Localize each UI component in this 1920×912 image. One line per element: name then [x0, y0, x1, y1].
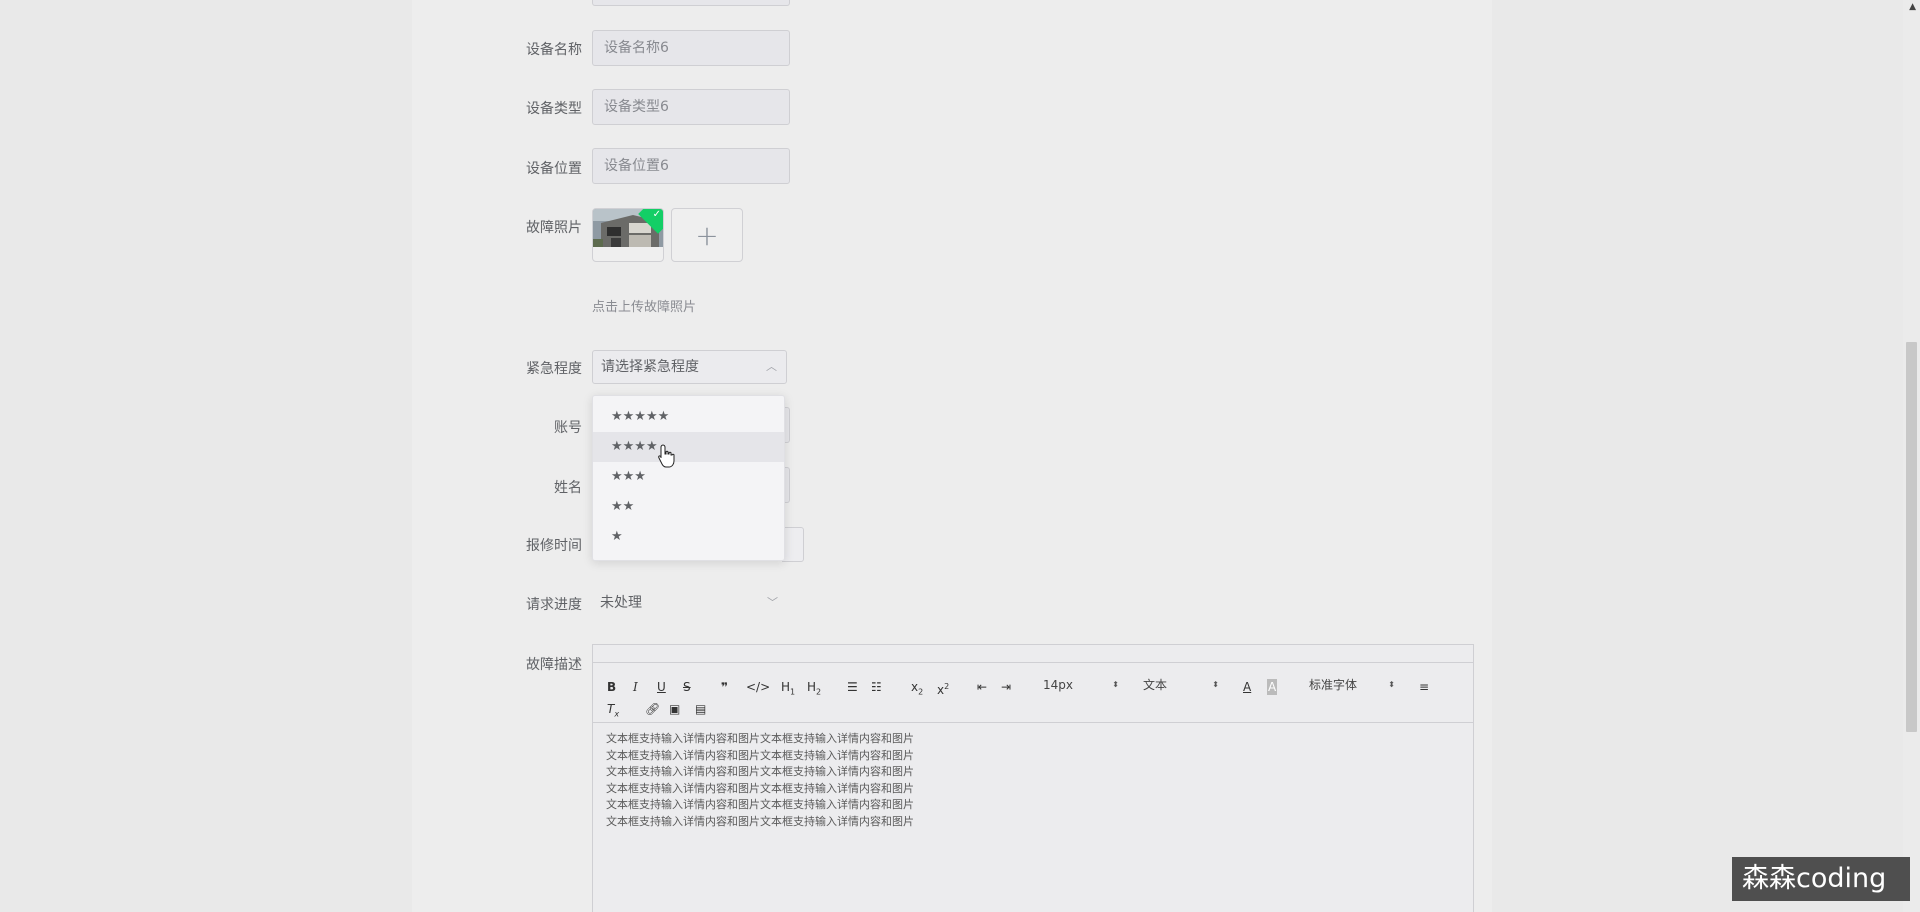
link-icon[interactable]: 🔗︎ [645, 701, 660, 717]
add-photo-button[interactable]: + [671, 208, 743, 262]
chevron-down-icon: ﹀ [767, 596, 778, 609]
watermark: 森森coding [1732, 857, 1910, 901]
plus-icon: + [695, 218, 719, 252]
updown-icon: ⬍ [1112, 680, 1119, 689]
scroll-up-arrow-icon[interactable]: ▲ [1909, 2, 1916, 12]
editor-top-border [593, 645, 1473, 663]
progress-value: 未处理 [600, 595, 642, 611]
header1-icon[interactable]: H1 [781, 679, 795, 700]
font-color-icon[interactable]: A [1243, 679, 1251, 695]
hand-cursor-icon [658, 444, 675, 468]
editor-line: 文本框支持输入详情内容和图片文本框支持输入详情内容和图片 [606, 781, 914, 795]
editor-line: 文本框支持输入详情内容和图片文本框支持输入详情内容和图片 [606, 765, 914, 778]
repair-time-label: 报修时间 [526, 538, 582, 554]
bullet-list-icon[interactable]: ☷ [871, 679, 882, 695]
font-family-value: 标准字体 [1309, 678, 1358, 692]
urgency-option[interactable]: ★★★★ [593, 432, 784, 462]
font-size-value: 14px [1043, 678, 1073, 692]
align-icon[interactable]: ≡ [1419, 679, 1429, 695]
header2-icon[interactable]: H2 [807, 679, 821, 700]
urgency-option[interactable]: ★★★ [593, 462, 784, 492]
header-value: 文本 [1143, 678, 1168, 692]
chevron-up-icon: ︿ [766, 360, 777, 373]
device-location-input[interactable]: 设备位置6 [592, 148, 790, 184]
progress-label: 请求进度 [526, 597, 582, 613]
device-name-input[interactable]: 设备名称6 [592, 30, 790, 66]
updown-icon: ⬍ [1388, 680, 1395, 689]
blockquote-icon[interactable]: ❞ [721, 679, 728, 695]
rich-text-editor: B I U S ❞ </> H1 H2 ☰ ☷ x2 x2 ⇤ ⇥ 14px ⬍ … [592, 644, 1474, 912]
page-scrollbar[interactable]: ▲ [1903, 0, 1920, 912]
ordered-list-icon[interactable]: ☰ [847, 679, 858, 695]
scrollbar-thumb[interactable] [1906, 342, 1917, 732]
editor-line: 文本框支持输入详情内容和图片文本框支持输入详情内容和图片 [606, 748, 914, 762]
repair-time-picker[interactable] [782, 527, 804, 562]
device-type-label: 设备类型 [526, 101, 582, 117]
upload-hint: 点击上传故障照片 [592, 300, 697, 315]
editor-content[interactable]: 文本框支持输入详情内容和图片文本框支持输入详情内容和图片 文本框支持输入详情内容… [593, 723, 1473, 838]
urgency-option[interactable]: ★ [593, 522, 784, 552]
superscript-icon[interactable]: x2 [937, 679, 949, 698]
editor-line: 文本框支持输入详情内容和图片文本框支持输入详情内容和图片 [606, 814, 914, 828]
code-block-icon[interactable]: </> [746, 679, 770, 695]
outdent-icon[interactable]: ⇤ [977, 679, 987, 695]
device-name-label: 设备名称 [526, 42, 582, 58]
editor-toolbar: B I U S ❞ </> H1 H2 ☰ ☷ x2 x2 ⇤ ⇥ 14px ⬍ … [593, 663, 1473, 723]
underline-icon[interactable]: U [657, 679, 666, 695]
uploaded-photo-thumbnail[interactable]: ✓ [592, 208, 664, 262]
urgency-label: 紧急程度 [526, 361, 582, 377]
updown-icon: ⬍ [1212, 680, 1219, 689]
urgency-dropdown: ★★★★★ ★★★★ ★★★ ★★ ★ [592, 395, 785, 561]
fault-photo-label: 故障照片 [526, 220, 582, 236]
bold-icon[interactable]: B [607, 679, 616, 695]
clear-format-icon[interactable]: Tx [607, 701, 619, 722]
previous-field-input[interactable] [592, 0, 790, 6]
urgency-placeholder: 请选择紧急程度 [601, 359, 699, 375]
description-label: 故障描述 [526, 657, 582, 673]
background-color-icon[interactable]: A [1267, 679, 1278, 695]
editor-line: 文本框支持输入详情内容和图片文本框支持输入详情内容和图片 [606, 732, 914, 745]
urgency-option[interactable]: ★★ [593, 492, 784, 522]
editor-line: 文本框支持输入详情内容和图片文本框支持输入详情内容和图片 [606, 798, 914, 811]
check-icon: ✓ [652, 209, 661, 220]
subscript-icon[interactable]: x2 [911, 679, 923, 700]
header-select[interactable]: 文本 ⬍ [1143, 677, 1219, 693]
image-icon[interactable]: ▣ [669, 701, 680, 717]
urgency-option[interactable]: ★★★★★ [593, 402, 784, 432]
italic-icon[interactable]: I [633, 679, 638, 695]
device-type-input[interactable]: 设备类型6 [592, 89, 790, 125]
font-size-select[interactable]: 14px ⬍ [1043, 677, 1119, 693]
indent-icon[interactable]: ⇥ [1001, 679, 1011, 695]
account-label: 账号 [554, 420, 582, 436]
urgency-select[interactable]: 请选择紧急程度 ︿ [592, 350, 787, 384]
name-label: 姓名 [554, 480, 582, 496]
device-location-label: 设备位置 [526, 161, 582, 177]
video-icon[interactable]: ▤ [695, 701, 706, 717]
progress-select[interactable]: 未处理 ﹀ [592, 588, 787, 618]
strike-icon[interactable]: S [683, 679, 691, 695]
font-family-select[interactable]: 标准字体 ⬍ [1309, 677, 1395, 693]
